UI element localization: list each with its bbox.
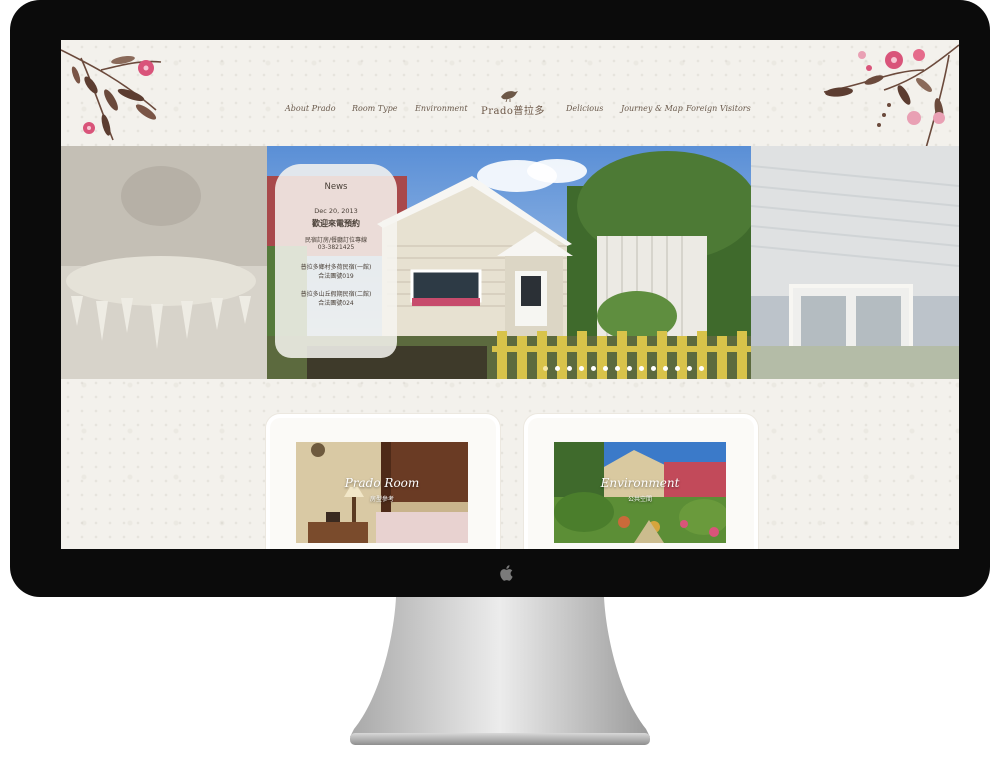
- nav-item-foreign-visitors[interactable]: Foreign Visitors: [686, 104, 751, 113]
- slider-dot[interactable]: [651, 366, 656, 371]
- news-panel: News Dec 20, 2013 歡迎來電預約 民宿訂房/餐廳訂位專線 03-…: [275, 164, 397, 358]
- card-title: Prado Room: [344, 476, 420, 490]
- slider-dot[interactable]: [687, 366, 692, 371]
- news-line: 合法團號019: [318, 273, 354, 280]
- apple-logo-icon: [500, 565, 513, 581]
- monitor-stand: [350, 597, 650, 745]
- news-title: News: [324, 182, 348, 192]
- nav-item-environment[interactable]: Environment: [415, 104, 468, 113]
- hero-slider[interactable]: News Dec 20, 2013 歡迎來電預約 民宿訂房/餐廳訂位專線 03-…: [61, 146, 959, 379]
- logo-text: Prado普拉多: [481, 106, 545, 117]
- news-line: 普拉多山丘假期民宿(二館): [300, 291, 372, 298]
- bird-icon: [501, 91, 518, 102]
- news-line: 民宿訂房/餐廳訂位專線: [304, 237, 368, 244]
- slider-dot[interactable]: [699, 366, 704, 371]
- news-line: 03-3821425: [317, 244, 355, 251]
- slider-dot[interactable]: [567, 366, 572, 371]
- slider-dot[interactable]: [675, 366, 680, 371]
- card-environment[interactable]: Environment 公共空間: [528, 418, 754, 549]
- slider-dot[interactable]: [639, 366, 644, 371]
- card-photo-room: Prado Room 房型參考: [296, 442, 468, 543]
- news-headline[interactable]: 歡迎來電預約: [275, 218, 397, 229]
- card-subtitle: 房型參考: [369, 496, 394, 503]
- site-logo[interactable]: Prado普拉多: [481, 88, 544, 122]
- slider-dot[interactable]: [627, 366, 632, 371]
- nav-item-about-prado[interactable]: About Prado: [285, 104, 336, 113]
- flower-branch-left-decoration: [61, 49, 162, 141]
- nav-item-room-type[interactable]: Room Type: [352, 104, 398, 113]
- nav-item-journey-map[interactable]: Journey & Map: [621, 104, 683, 113]
- slider-dot[interactable]: [663, 366, 668, 371]
- news-line: 合法團號024: [318, 300, 354, 307]
- card-prado-room[interactable]: Prado Room 房型參考: [270, 418, 496, 549]
- slide-preview-previous[interactable]: [61, 146, 267, 379]
- slider-dot[interactable]: [543, 366, 548, 371]
- slider-dot[interactable]: [615, 366, 620, 371]
- slide-preview-next[interactable]: [751, 146, 959, 379]
- nav-item-delicious[interactable]: Delicious: [566, 104, 603, 113]
- slider-dot[interactable]: [603, 366, 608, 371]
- website-screen: About Prado Room Type Environment Prado普…: [61, 40, 959, 549]
- slider-dot[interactable]: [555, 366, 560, 371]
- card-title: Environment: [600, 476, 680, 490]
- news-line: 普拉多鄉村多荷民宿(一館): [300, 264, 372, 271]
- slider-dot[interactable]: [579, 366, 584, 371]
- slider-dot[interactable]: [591, 366, 596, 371]
- site-header: About Prado Room Type Environment Prado普…: [61, 40, 959, 157]
- monitor-frame: About Prado Room Type Environment Prado普…: [10, 0, 990, 597]
- card-photo-environment: Environment 公共空間: [554, 442, 726, 543]
- card-subtitle: 公共空間: [627, 496, 652, 503]
- news-date: Dec 20, 2013: [314, 207, 358, 215]
